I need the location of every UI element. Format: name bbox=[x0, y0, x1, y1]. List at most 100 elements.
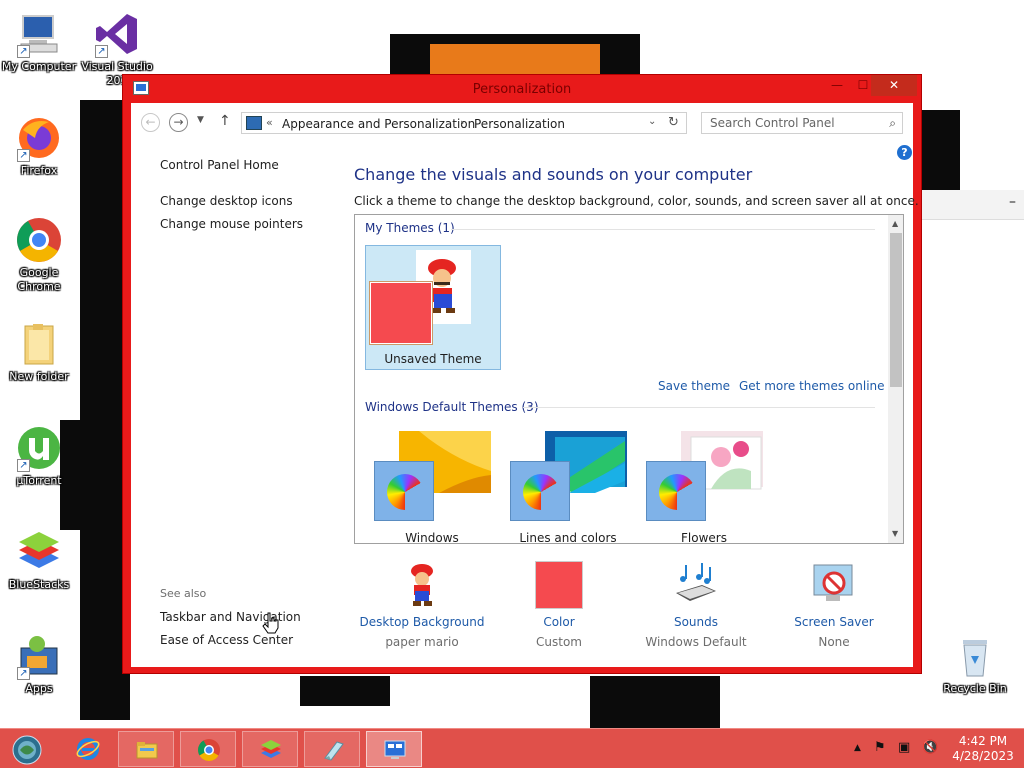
setting-value: Windows Default bbox=[645, 635, 747, 649]
setting-value: paper mario bbox=[385, 635, 459, 649]
chrome-icon bbox=[15, 216, 63, 264]
show-hidden-icons-button[interactable]: ▲ bbox=[854, 743, 861, 753]
screen-saver-setting[interactable]: Screen Saver None bbox=[769, 561, 899, 649]
setting-label[interactable]: Sounds bbox=[631, 615, 761, 629]
visual-studio-icon: ↗ bbox=[93, 10, 141, 58]
up-button[interactable]: ↑ bbox=[219, 113, 231, 129]
taskbar-internet-explorer[interactable] bbox=[60, 731, 116, 767]
get-more-themes-link[interactable]: Get more themes online bbox=[739, 379, 885, 393]
desktop-icon-my-computer[interactable]: ↗ My Computer bbox=[0, 10, 78, 74]
help-icon[interactable]: ? bbox=[897, 145, 912, 160]
breadcrumb-overflow[interactable]: « bbox=[266, 116, 273, 129]
taskbar-file-explorer[interactable] bbox=[118, 731, 174, 767]
action-center-flag-icon[interactable]: ⚑ bbox=[874, 740, 886, 755]
utorrent-icon: ↗ bbox=[15, 424, 63, 472]
screen-saver-icon bbox=[810, 561, 858, 609]
theme-color-swatch bbox=[370, 282, 432, 344]
change-desktop-icons-link[interactable]: Change desktop icons bbox=[160, 194, 293, 208]
desktop-icon-label: My Computer bbox=[1, 60, 77, 73]
taskbar-chrome[interactable] bbox=[180, 731, 236, 767]
minimize-icon[interactable]: – bbox=[1009, 194, 1016, 210]
desktop-background-setting[interactable]: Desktop Background paper mario bbox=[357, 561, 487, 649]
clock-time: 4:42 PM bbox=[958, 734, 1008, 748]
start-button[interactable] bbox=[2, 731, 58, 767]
scroll-down-icon[interactable]: ▼ bbox=[892, 529, 898, 538]
desktop-icon-bluestacks[interactable]: BlueStacks bbox=[0, 528, 78, 592]
breadcrumb-personalization[interactable]: Personalization bbox=[474, 117, 565, 131]
sounds-icon bbox=[672, 561, 720, 609]
theme-flowers[interactable]: Flowers bbox=[641, 423, 767, 543]
desktop-icon-apps[interactable]: ↗ Apps bbox=[0, 632, 78, 696]
address-bar[interactable]: « Appearance and Personalization › Perso… bbox=[241, 112, 687, 134]
themes-list: My Themes (1) Unsaved Theme Save theme G… bbox=[354, 214, 904, 544]
setting-value: None bbox=[818, 635, 850, 649]
taskbar-notepad[interactable] bbox=[304, 731, 360, 767]
theme-lines-and-colors[interactable]: Lines and colors bbox=[505, 423, 631, 543]
address-dropdown-icon[interactable]: ⌄ bbox=[648, 116, 656, 127]
folder-icon bbox=[136, 742, 158, 759]
window-title: Personalization bbox=[472, 82, 572, 97]
taskbar: ▲ ⚑ ▣ 🔇 4:42 PM 4/28/2023 bbox=[0, 728, 1024, 768]
back-button[interactable]: ← bbox=[141, 113, 160, 132]
ease-of-access-link[interactable]: Ease of Access Center bbox=[160, 633, 293, 647]
setting-label[interactable]: Desktop Background bbox=[357, 615, 487, 629]
start-orb-icon bbox=[12, 735, 42, 765]
minimize-button[interactable]: — bbox=[823, 75, 851, 96]
search-box[interactable]: ⌕ bbox=[701, 112, 903, 134]
theme-unsaved[interactable]: Unsaved Theme bbox=[365, 245, 501, 370]
search-input[interactable] bbox=[702, 113, 878, 133]
color-palette-icon bbox=[374, 461, 434, 521]
color-swatch-icon bbox=[535, 561, 583, 609]
desktop-icon-label: µTorrent bbox=[16, 474, 62, 487]
window-client-area: ← → ▼ ↑ « Appearance and Personalization… bbox=[131, 103, 919, 667]
sounds-setting[interactable]: Sounds Windows Default bbox=[631, 561, 761, 649]
breadcrumb-separator[interactable]: › bbox=[460, 116, 464, 129]
close-button[interactable]: ✕ bbox=[871, 75, 917, 96]
control-panel-icon bbox=[384, 740, 406, 759]
control-panel-home-link[interactable]: Control Panel Home bbox=[160, 158, 279, 172]
bluestacks-icon bbox=[15, 528, 63, 576]
color-palette-icon bbox=[510, 461, 570, 521]
color-setting[interactable]: Color Custom bbox=[494, 561, 624, 649]
speaker-muted-icon[interactable]: 🔇 bbox=[922, 740, 938, 755]
desktop-icon-label: BlueStacks bbox=[8, 578, 70, 591]
theme-windows[interactable]: Windows bbox=[369, 423, 495, 543]
themes-scrollbar[interactable]: ▲ ▼ bbox=[888, 215, 903, 543]
scrollbar-thumb[interactable] bbox=[890, 233, 902, 387]
search-icon[interactable]: ⌕ bbox=[889, 116, 896, 131]
theme-label: Flowers bbox=[681, 531, 727, 544]
mario-icon bbox=[398, 561, 446, 609]
network-icon[interactable]: ▣ bbox=[898, 740, 910, 755]
recycle-bin-icon bbox=[951, 632, 999, 680]
taskbar-control-panel[interactable] bbox=[366, 731, 422, 767]
desktop-icon-utorrent[interactable]: ↗ µTorrent bbox=[0, 424, 78, 488]
recent-locations-dropdown[interactable]: ▼ bbox=[197, 115, 204, 125]
theme-label: Unsaved Theme bbox=[384, 352, 482, 366]
setting-value: Custom bbox=[536, 635, 582, 649]
clock[interactable]: 4:42 PM 4/28/2023 bbox=[950, 734, 1016, 764]
desktop-icon-firefox[interactable]: ↗ Firefox bbox=[0, 114, 78, 178]
personalization-window: Personalization — ☐ ✕ ← → ▼ ↑ « Appearan… bbox=[122, 74, 922, 674]
background-window: – bbox=[910, 190, 1024, 630]
scroll-up-icon[interactable]: ▲ bbox=[892, 219, 898, 228]
desktop-icon-label: New folder bbox=[9, 370, 69, 383]
setting-label[interactable]: Screen Saver bbox=[769, 615, 899, 629]
desktop-icon-recycle-bin[interactable]: Recycle Bin bbox=[936, 632, 1014, 696]
taskbar-bluestacks[interactable] bbox=[242, 731, 298, 767]
save-theme-link[interactable]: Save theme bbox=[658, 379, 730, 393]
breadcrumb-appearance[interactable]: Appearance and Personalization bbox=[282, 117, 475, 131]
refresh-icon[interactable]: ↻ bbox=[668, 115, 679, 130]
computer-icon: ↗ bbox=[15, 10, 63, 58]
desktop-icon-chrome[interactable]: Google Chrome bbox=[0, 216, 78, 294]
color-palette-icon bbox=[646, 461, 706, 521]
desktop-icon-label: Apps bbox=[25, 682, 53, 695]
change-mouse-pointers-link[interactable]: Change mouse pointers bbox=[160, 217, 303, 231]
page-description: Click a theme to change the desktop back… bbox=[354, 194, 919, 208]
forward-button[interactable]: → bbox=[169, 113, 188, 132]
desktop-icon-new-folder[interactable]: New folder bbox=[0, 320, 78, 384]
my-themes-header[interactable]: My Themes (1) bbox=[365, 221, 455, 235]
default-themes-header[interactable]: Windows Default Themes (3) bbox=[365, 400, 539, 414]
desktop-icon-label: Google Chrome bbox=[17, 266, 61, 293]
setting-label[interactable]: Color bbox=[494, 615, 624, 629]
title-bar[interactable]: Personalization — ☐ ✕ bbox=[123, 75, 921, 103]
